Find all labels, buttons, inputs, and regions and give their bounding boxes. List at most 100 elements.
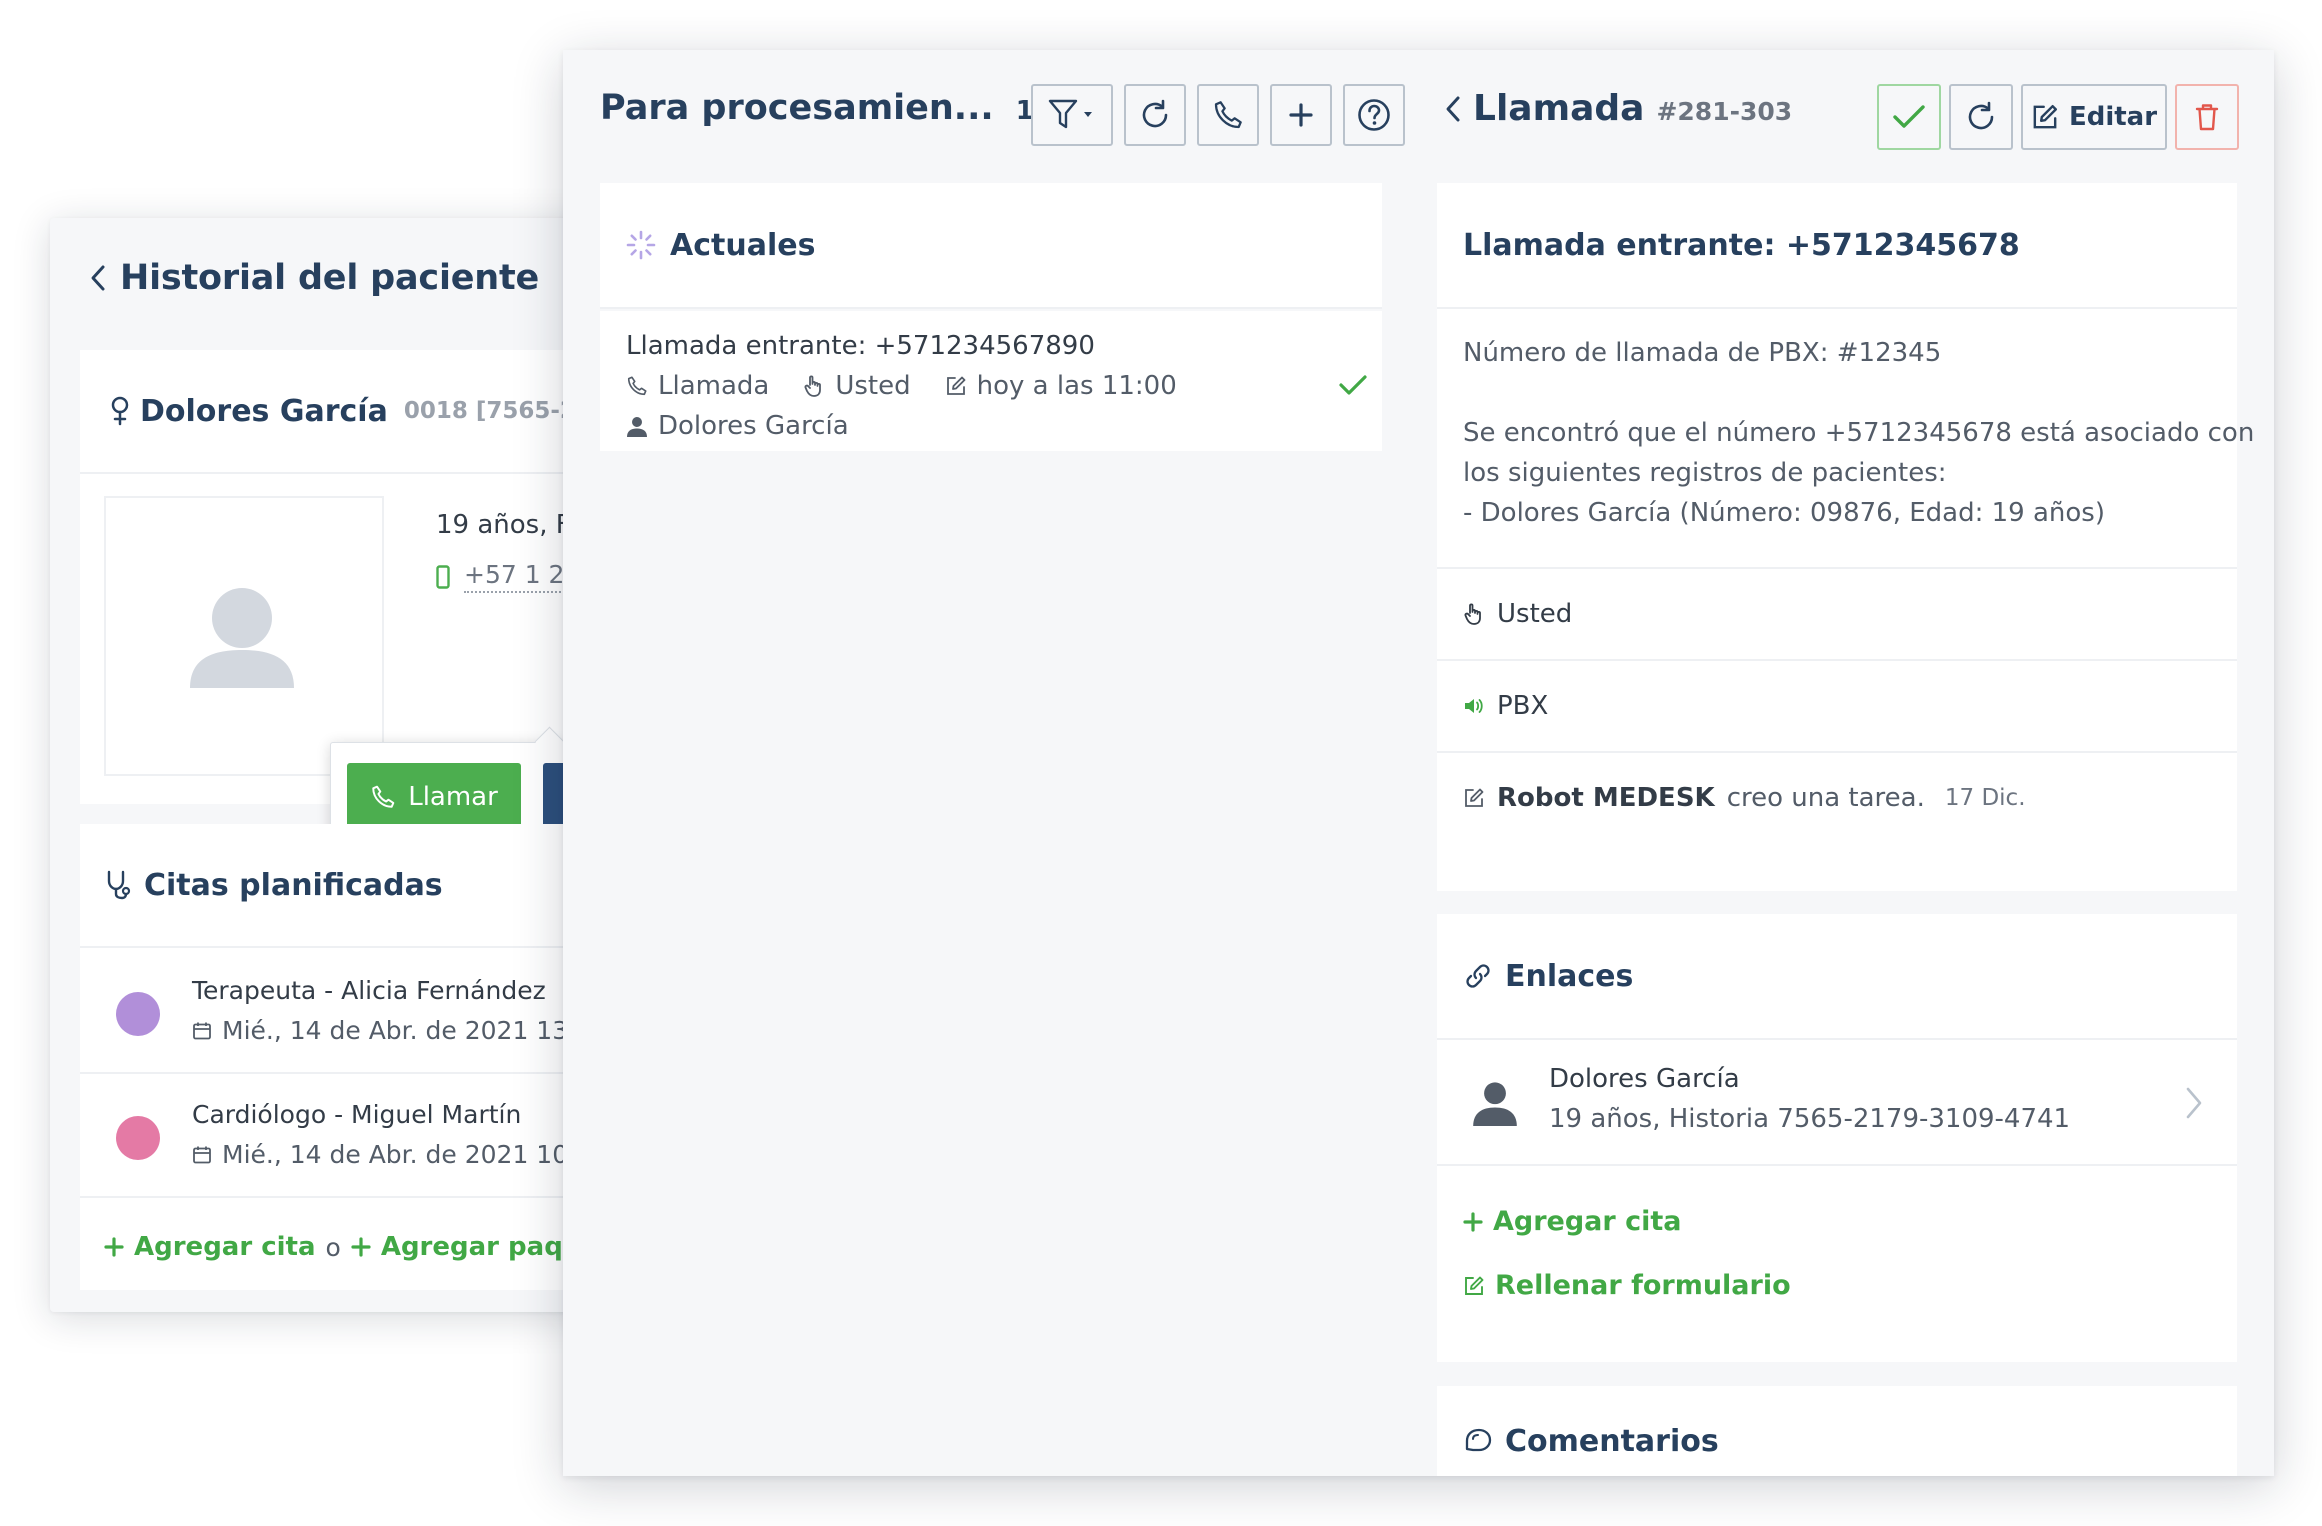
user-icon bbox=[626, 415, 648, 437]
refresh-icon bbox=[1138, 98, 1172, 132]
patient-photo[interactable] bbox=[104, 496, 384, 776]
list-item-assignee: Usted bbox=[835, 371, 911, 401]
list-item-time: hoy a las 11:00 bbox=[976, 371, 1177, 401]
call-detail-header: Llamada #281-303 bbox=[1445, 88, 1792, 129]
add-appointment-link[interactable]: Agregar cita bbox=[104, 1232, 316, 1262]
edit-button-label: Editar bbox=[2068, 102, 2158, 132]
question-circle-icon bbox=[1356, 97, 1392, 133]
edit-icon bbox=[945, 375, 967, 397]
refresh-call-button[interactable] bbox=[1949, 84, 2013, 150]
linked-patient-name: Dolores García bbox=[1549, 1064, 1740, 1094]
appointment-name: Terapeuta - Alicia Fernández bbox=[192, 976, 546, 1005]
calendar-icon bbox=[192, 1145, 212, 1165]
trash-icon bbox=[2194, 102, 2220, 132]
filter-button[interactable] bbox=[1031, 84, 1113, 146]
help-button[interactable] bbox=[1343, 84, 1405, 146]
appointment-date: Mié., 14 de Abr. de 2021 10:0 bbox=[192, 1140, 592, 1169]
refresh-list-button[interactable] bbox=[1124, 84, 1186, 146]
description-line bbox=[1463, 373, 2223, 413]
hand-pointer-icon bbox=[1463, 602, 1485, 626]
link-icon bbox=[1463, 961, 1493, 991]
female-icon bbox=[110, 396, 130, 426]
chat-bubble-icon bbox=[1463, 1427, 1493, 1455]
patient-name[interactable]: Dolores García bbox=[140, 394, 388, 429]
filter-icon bbox=[1047, 98, 1097, 132]
add-appointment-label: Agregar cita bbox=[134, 1232, 316, 1262]
list-item-patient: Dolores García bbox=[626, 411, 849, 441]
list-item-meta: Llamada Usted hoy a las 11:00 bbox=[626, 371, 1177, 401]
call-heading: Llamada entrante: +5712345678 bbox=[1437, 183, 2237, 309]
add-task-button[interactable] bbox=[1270, 84, 1332, 146]
description-line: los siguientes registros de pacientes: bbox=[1463, 458, 1947, 488]
edit-button[interactable]: Editar bbox=[2021, 84, 2167, 150]
chevron-left-icon[interactable] bbox=[1445, 95, 1461, 123]
appointment-color-dot bbox=[116, 1116, 160, 1160]
appointment-color-dot bbox=[116, 992, 160, 1036]
mobile-phone-icon bbox=[436, 564, 450, 589]
plus-icon bbox=[351, 1237, 371, 1257]
delete-button[interactable] bbox=[2175, 84, 2239, 150]
activity-log-row: Robot MEDESK creo una tarea. 17 Dic. bbox=[1437, 751, 2237, 843]
assignee-name: Usted bbox=[1497, 599, 1573, 629]
links-header: Enlaces bbox=[1437, 914, 2237, 1040]
patient-card: Dolores García 0018 [7565-2179 19 años, … bbox=[80, 350, 610, 852]
call-detail-card: Llamada entrante: +5712345678 Número de … bbox=[1437, 183, 2255, 891]
appointment-date-text: Mié., 14 de Abr. de 2021 10:0 bbox=[222, 1140, 593, 1169]
linked-patient-details: 19 años, Historia 7565-2179-3109-4741 bbox=[1549, 1104, 2071, 1134]
add-appointment-link[interactable]: Agregar cita bbox=[1463, 1206, 1682, 1237]
check-icon bbox=[1892, 103, 1926, 131]
call-button[interactable]: Llamar bbox=[347, 763, 521, 831]
phone-icon bbox=[1212, 99, 1244, 131]
appointment-item[interactable]: Terapeuta - Alicia Fernández Mié., 14 de… bbox=[80, 950, 610, 1074]
list-item-title: Llamada entrante: +571234567890 bbox=[626, 331, 1095, 361]
plus-icon bbox=[104, 1237, 124, 1257]
tasks-window: Para procesamien... 1 u... bbox=[563, 50, 2274, 1476]
links-title: Enlaces bbox=[1505, 958, 1634, 994]
edit-icon bbox=[1463, 1275, 1485, 1297]
comments-card: Comentarios bbox=[1437, 1386, 2237, 1476]
linked-patient-row[interactable]: Dolores García 19 años, Historia 7565-21… bbox=[1437, 1040, 2237, 1166]
list-item-type: Llamada bbox=[658, 371, 770, 401]
hand-pointer-icon bbox=[803, 374, 825, 398]
complete-button[interactable] bbox=[1877, 84, 1941, 150]
plus-icon bbox=[1463, 1211, 1483, 1232]
phone-icon bbox=[370, 784, 396, 810]
avatar-placeholder-icon bbox=[190, 588, 294, 688]
appointment-actions: Agregar cita o Agregar paquet bbox=[104, 1232, 610, 1262]
call-title: Llamada bbox=[1473, 88, 1645, 129]
speaker-icon bbox=[1463, 696, 1485, 716]
description-line: - Dolores García (Número: 09876, Edad: 1… bbox=[1463, 498, 2105, 528]
list-header: Para procesamien... 1 u... bbox=[600, 88, 1091, 128]
comments-title: Comentarios bbox=[1505, 1423, 1719, 1459]
new-call-button[interactable] bbox=[1197, 84, 1259, 146]
list-item-patient-name: Dolores García bbox=[658, 411, 849, 441]
description-line: Número de llamada de PBX: #12345 bbox=[1463, 338, 1942, 368]
planned-appointments-card: Citas planificadas Terapeuta - Alicia Fe… bbox=[80, 824, 610, 1290]
patient-card-header: Dolores García 0018 [7565-2179 bbox=[80, 350, 610, 474]
edit-icon bbox=[1463, 787, 1485, 809]
appointments-title: Citas planificadas bbox=[144, 867, 443, 903]
list-item[interactable]: Llamada entrante: +571234567890 Llamada … bbox=[600, 311, 1382, 451]
call-description: Número de llamada de PBX: #12345 Se enco… bbox=[1463, 333, 2255, 533]
calendar-icon bbox=[192, 1021, 212, 1041]
appointment-item[interactable]: Cardiólogo - Miguel Martín Mié., 14 de A… bbox=[80, 1074, 610, 1198]
current-section-header: Actuales bbox=[600, 183, 1382, 309]
source-name: PBX bbox=[1497, 691, 1549, 721]
plus-icon bbox=[1288, 102, 1314, 128]
chevron-left-icon[interactable] bbox=[90, 264, 106, 292]
call-button-label: Llamar bbox=[408, 782, 498, 812]
patient-history-window: Historial del paciente Dolores García 00… bbox=[50, 218, 610, 1312]
or-text: o bbox=[325, 1232, 341, 1262]
call-number: #281-303 bbox=[1656, 97, 1793, 126]
description-line: Se encontró que el número +5712345678 es… bbox=[1463, 418, 2255, 448]
page-title: Historial del paciente bbox=[120, 258, 540, 298]
log-author: Robot MEDESK bbox=[1497, 783, 1715, 813]
appointment-date: Mié., 14 de Abr. de 2021 13:0 bbox=[192, 1016, 592, 1045]
chevron-right-icon bbox=[2185, 1086, 2203, 1120]
current-section-title: Actuales bbox=[670, 227, 816, 263]
source-row: PBX bbox=[1437, 659, 2237, 751]
phone-icon bbox=[626, 375, 648, 397]
user-icon bbox=[1471, 1078, 1519, 1126]
appointment-date-text: Mié., 14 de Abr. de 2021 13:0 bbox=[222, 1016, 593, 1045]
fill-form-link[interactable]: Rellenar formulario bbox=[1463, 1270, 1791, 1301]
